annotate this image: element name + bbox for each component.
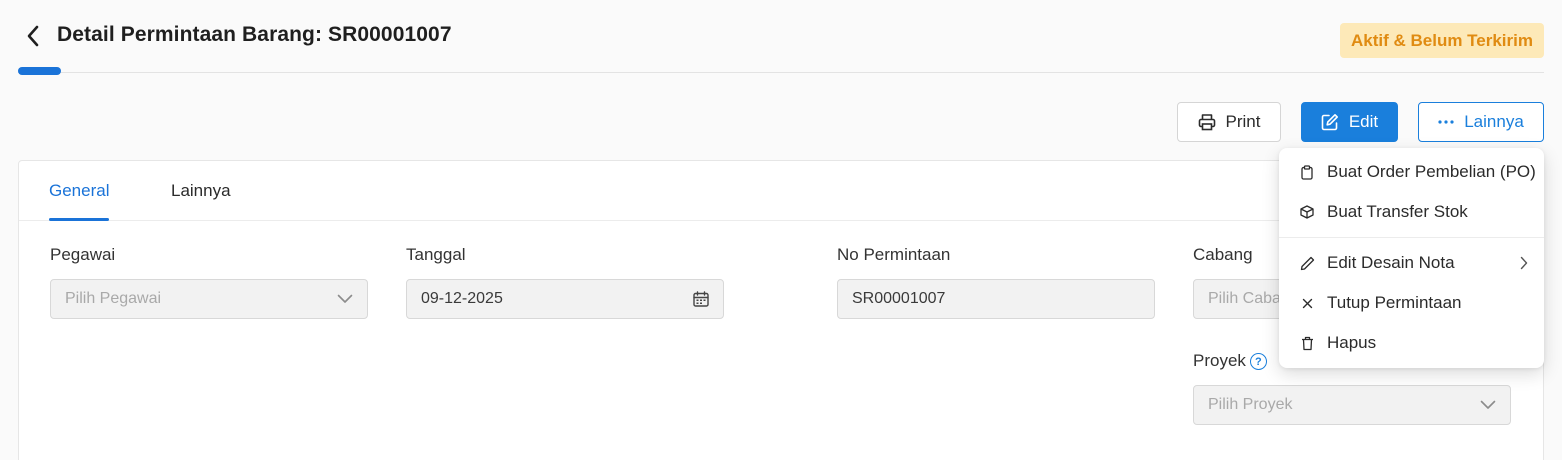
- more-actions-menu: Buat Order Pembelian (PO) Buat Transfer …: [1279, 148, 1544, 368]
- tanggal-value: 09-12-2025: [421, 290, 503, 307]
- back-button[interactable]: [20, 22, 46, 50]
- menu-item-buat-transfer-stok[interactable]: Buat Transfer Stok: [1279, 192, 1544, 232]
- more-button-label: Lainnya: [1464, 112, 1524, 131]
- more-button[interactable]: Lainnya: [1418, 102, 1544, 142]
- menu-item-edit-desain-nota[interactable]: Edit Desain Nota: [1279, 243, 1544, 283]
- edit-icon: [1321, 114, 1338, 131]
- tanggal-date-input[interactable]: 09-12-2025: [406, 279, 724, 319]
- header-divider: [18, 72, 1544, 73]
- no-permintaan-value: SR00001007: [852, 290, 946, 307]
- print-button[interactable]: Print: [1177, 102, 1281, 142]
- menu-item-tutup-permintaan[interactable]: Tutup Permintaan: [1279, 283, 1544, 323]
- clipboard-icon: [1299, 164, 1315, 180]
- pegawai-label: Pegawai: [50, 245, 116, 264]
- menu-item-buat-order-pembelian[interactable]: Buat Order Pembelian (PO): [1279, 152, 1544, 192]
- help-icon[interactable]: ?: [1249, 353, 1267, 371]
- more-dots-icon: [1438, 120, 1454, 124]
- proyek-label-row: Proyek?: [1193, 351, 1267, 371]
- header-accent-bar: [18, 67, 61, 75]
- tab-lainnya[interactable]: Lainnya: [171, 181, 231, 221]
- printer-icon: [1198, 114, 1215, 131]
- menu-item-label: Buat Order Pembelian (PO): [1327, 162, 1536, 181]
- menu-item-label: Tutup Permintaan: [1327, 293, 1462, 312]
- no-permintaan-label: No Permintaan: [837, 245, 951, 264]
- chevron-down-icon: [1480, 400, 1496, 410]
- page: Detail Permintaan Barang: SR00001007 Akt…: [0, 0, 1562, 460]
- page-title: Detail Permintaan Barang: SR00001007: [57, 23, 452, 46]
- pegawai-select[interactable]: Pilih Pegawai: [50, 279, 368, 319]
- pegawai-placeholder: Pilih Pegawai: [65, 290, 162, 307]
- chevron-down-icon: [337, 294, 353, 304]
- proyek-placeholder: Pilih Proyek: [1208, 396, 1293, 413]
- cabang-label: Cabang: [1193, 245, 1253, 264]
- proyek-select[interactable]: Pilih Proyek: [1193, 385, 1511, 425]
- menu-item-hapus[interactable]: Hapus: [1279, 323, 1544, 363]
- tanggal-label: Tanggal: [406, 245, 466, 264]
- chevron-right-icon: [1520, 256, 1528, 270]
- menu-item-label: Buat Transfer Stok: [1327, 202, 1468, 221]
- box-icon: [1299, 205, 1315, 219]
- proyek-label: Proyek: [1193, 351, 1246, 370]
- edit-button[interactable]: Edit: [1301, 102, 1398, 142]
- calendar-icon: [693, 291, 709, 307]
- pencil-icon: [1299, 256, 1315, 271]
- tab-general[interactable]: General: [49, 181, 110, 221]
- menu-divider: [1279, 237, 1544, 238]
- no-permintaan-input[interactable]: SR00001007: [837, 279, 1155, 319]
- menu-item-label: Hapus: [1327, 333, 1377, 352]
- menu-item-label: Edit Desain Nota: [1327, 253, 1455, 272]
- cabang-placeholder: Pilih Caba: [1208, 290, 1281, 307]
- close-icon: [1299, 298, 1315, 309]
- status-badge: Aktif & Belum Terkirim: [1339, 23, 1544, 58]
- chevron-left-icon: [27, 25, 39, 47]
- edit-button-label: Edit: [1348, 112, 1379, 131]
- trash-icon: [1299, 336, 1315, 351]
- print-button-label: Print: [1225, 112, 1261, 131]
